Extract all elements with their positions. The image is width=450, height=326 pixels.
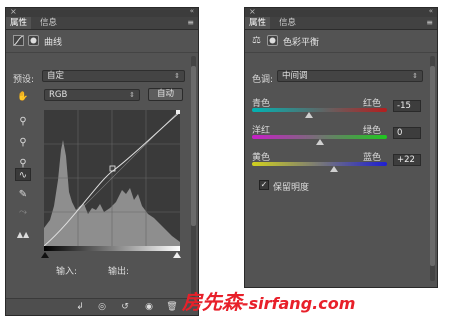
chevron-updown-icon: ⇕ (412, 72, 418, 80)
input-gradient-bar (44, 246, 180, 251)
pencil-draw-icon[interactable]: ✎ (15, 188, 31, 201)
curves-properties-panel: × « 属性 信息 ≡ 曲线 预设: 自定 ⇕ ✋ RGB ⇕ 自动 ⚲ ⚲ ⚲… (5, 7, 199, 316)
scrollbar[interactable] (430, 56, 435, 281)
panel-title: 色彩平衡 (283, 38, 320, 48)
curves-adjustment-icon (13, 35, 24, 46)
preset-label: 预设: (13, 75, 35, 85)
watermark-text: 房先森 (182, 290, 242, 314)
tab-info[interactable]: 信息 (275, 17, 300, 29)
auto-button[interactable]: 自动 (148, 88, 183, 101)
tone-value: 中间调 (282, 71, 308, 81)
white-point-slider[interactable] (173, 252, 181, 258)
scrollbar-thumb[interactable] (191, 66, 196, 226)
color-balance-properties-panel: × « 属性 信息 ≡ ⚖ 色彩平衡 色调: 中间调 ⇕ 青色 红色 -15 洋… (244, 7, 438, 288)
tab-info[interactable]: 信息 (36, 17, 61, 29)
clip-to-layer-icon[interactable]: ↲ (74, 301, 86, 313)
scrollbar[interactable] (191, 56, 196, 297)
panel-menu-icon[interactable]: ≡ (426, 17, 433, 29)
tab-properties[interactable]: 属性 (6, 17, 32, 29)
mask-icon[interactable] (28, 35, 39, 46)
watermark-logo: 房先森-sirfang.com (182, 286, 355, 315)
panel-tabs: 属性 信息 ≡ (245, 17, 437, 30)
mask-icon[interactable] (267, 35, 278, 46)
preset-dropdown[interactable]: 自定 ⇕ (42, 70, 185, 82)
input-label: 输入: (56, 267, 78, 277)
preset-value: 自定 (47, 71, 65, 81)
curves-graph[interactable] (43, 109, 181, 247)
collapse-icon[interactable]: « (429, 7, 433, 15)
yellow-blue-value-field[interactable]: +22 (393, 154, 421, 166)
panel-title: 曲线 (44, 38, 63, 48)
channel-dropdown[interactable]: RGB ⇕ (44, 89, 140, 101)
panel-footer: ↲ ◎ ↺ ◉ 🗑 (6, 298, 198, 315)
trash-icon[interactable]: 🗑 (166, 301, 178, 313)
yellow-blue-slider-track[interactable] (252, 162, 387, 166)
adjustment-header: 曲线 (6, 30, 198, 53)
cyan-red-slider-thumb[interactable] (305, 112, 314, 118)
close-icon[interactable]: × (249, 7, 256, 16)
on-image-adjust-icon[interactable]: ✋ (15, 91, 31, 104)
close-icon[interactable]: × (10, 7, 17, 16)
panel-topbar: × « (245, 7, 437, 17)
chevron-updown-icon: ⇕ (129, 91, 135, 99)
tab-properties[interactable]: 属性 (245, 17, 271, 29)
panel-tabs: 属性 信息 ≡ (6, 17, 198, 30)
checkmark-icon: ✓ (260, 180, 268, 189)
clipping-warning-icon[interactable]: ▲▲ (15, 228, 31, 241)
preserve-luminosity-label: 保留明度 (273, 183, 310, 193)
channel-value: RGB (49, 90, 68, 100)
visibility-eye-icon[interactable]: ◉ (143, 301, 155, 313)
chevron-updown-icon: ⇕ (174, 72, 180, 80)
black-point-slider[interactable] (41, 252, 49, 258)
watermark-url: -sirfang.com (242, 294, 356, 313)
edit-points-curve-icon[interactable]: ∿ (15, 168, 31, 181)
smooth-curve-icon[interactable]: ⤳ (15, 206, 31, 219)
collapse-icon[interactable]: « (190, 7, 194, 15)
yellow-blue-slider-thumb[interactable] (330, 166, 339, 172)
cyan-red-slider-track[interactable] (252, 108, 387, 112)
panel-topbar: × « (6, 7, 198, 17)
scrollbar-thumb[interactable] (430, 66, 435, 266)
output-label: 输出: (108, 267, 130, 277)
black-point-eyedropper-icon[interactable]: ⚲ (15, 115, 31, 128)
tone-label: 色调: (252, 75, 274, 85)
panel-menu-icon[interactable]: ≡ (187, 17, 194, 29)
view-previous-icon[interactable]: ◎ (96, 301, 108, 313)
magenta-green-value-field[interactable]: 0 (393, 127, 421, 139)
reset-icon[interactable]: ↺ (119, 301, 131, 313)
preserve-luminosity-checkbox[interactable]: ✓ (259, 180, 269, 190)
balance-scale-icon: ⚖ (252, 35, 261, 46)
cyan-red-value-field[interactable]: -15 (393, 100, 421, 112)
magenta-green-slider-thumb[interactable] (315, 139, 324, 145)
gray-point-eyedropper-icon[interactable]: ⚲ (15, 136, 31, 149)
adjustment-header: ⚖ 色彩平衡 (245, 30, 437, 53)
tone-dropdown[interactable]: 中间调 ⇕ (277, 70, 423, 82)
